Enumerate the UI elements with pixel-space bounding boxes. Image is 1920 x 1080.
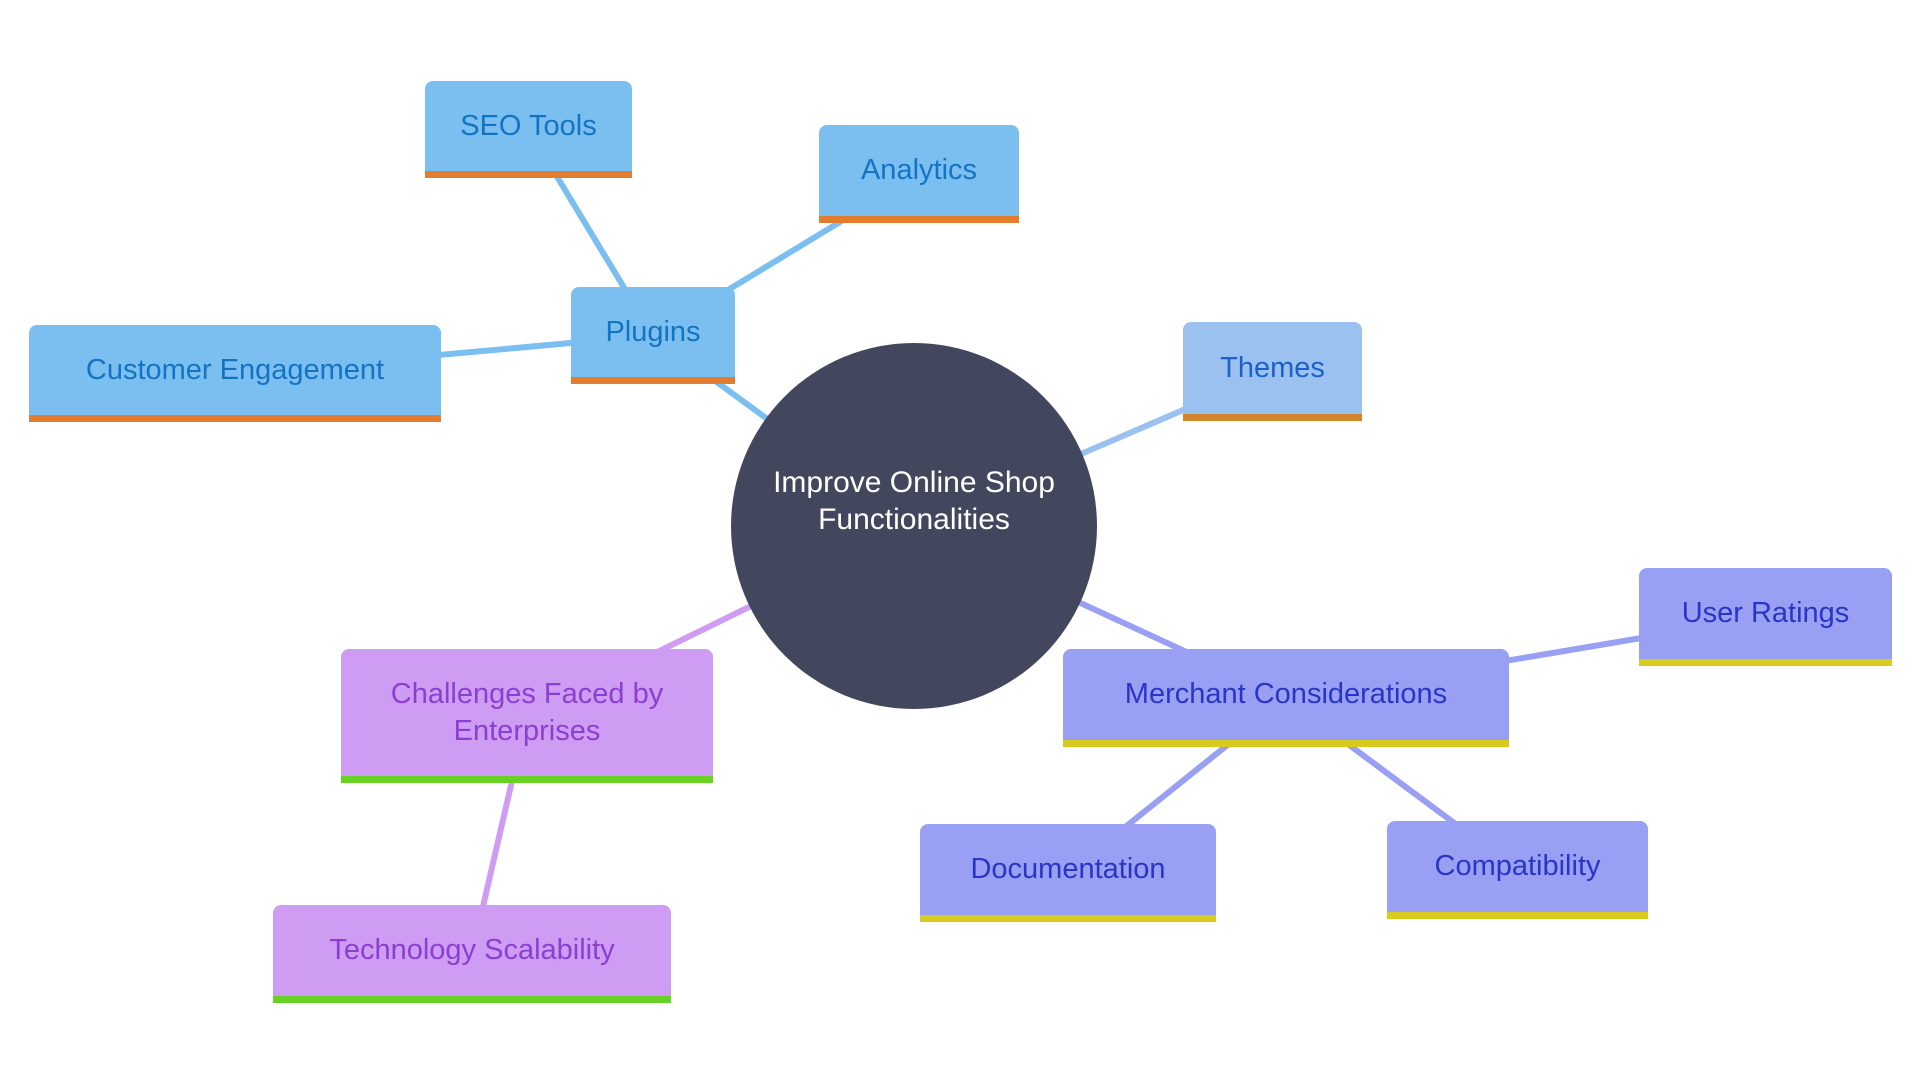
node-label: Documentation (970, 853, 1166, 885)
node-accent-bar (1387, 912, 1648, 919)
node-label: Analytics (860, 154, 978, 186)
node-label: Merchant Considerations (1124, 678, 1448, 710)
node-label: Customer Engagement (85, 353, 385, 386)
node-plugins[interactable]: Plugins (571, 287, 735, 384)
mindmap-diagram: Improve Online Shop Functionalities Plug… (0, 0, 1920, 1080)
node-compatibility[interactable]: Compatibility (1387, 821, 1648, 919)
root-node[interactable]: Improve Online Shop Functionalities (731, 343, 1097, 709)
node-challenges-faced-by-enterprises[interactable]: Challenges Faced by Enterprises (341, 649, 713, 783)
node-accent-bar (819, 216, 1019, 223)
node-accent-bar (1063, 740, 1509, 747)
node-merchant-considerations[interactable]: Merchant Considerations (1063, 649, 1509, 747)
node-label: SEO Tools (460, 109, 597, 142)
node-accent-bar (920, 915, 1216, 922)
node-accent-bar (1639, 659, 1892, 666)
node-accent-bar (1183, 414, 1362, 421)
node-label: Challenges Faced by Enterprises (390, 677, 664, 747)
node-label: Themes (1220, 351, 1325, 384)
node-label: Technology Scalability (329, 934, 615, 966)
node-technology-scalability[interactable]: Technology Scalability (273, 905, 671, 1003)
node-analytics[interactable]: Analytics (819, 125, 1019, 223)
node-themes[interactable]: Themes (1183, 322, 1362, 421)
node-accent-bar (273, 996, 671, 1003)
node-user-ratings[interactable]: User Ratings (1639, 568, 1892, 666)
node-customer-engagement[interactable]: Customer Engagement (29, 325, 441, 422)
node-label: Compatibility (1434, 850, 1601, 882)
node-label: Plugins (605, 315, 701, 348)
node-accent-bar (341, 776, 713, 783)
node-accent-bar (29, 415, 441, 422)
node-seo-tools[interactable]: SEO Tools (425, 81, 632, 178)
node-accent-bar (425, 171, 632, 178)
node-label: User Ratings (1681, 597, 1850, 629)
root-node-label: Improve Online Shop Functionalities (773, 466, 1055, 536)
node-accent-bar (571, 377, 735, 384)
node-documentation[interactable]: Documentation (920, 824, 1216, 922)
